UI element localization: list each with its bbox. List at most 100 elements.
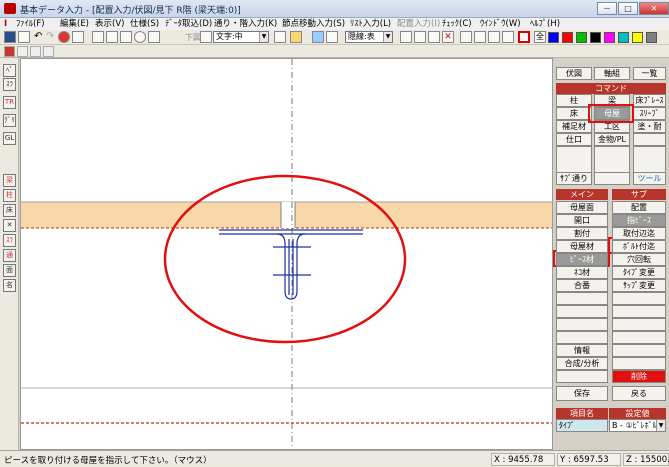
hidden-line-select[interactable]: 隠線:表 ▼ — [345, 31, 393, 43]
menu-view[interactable]: 表示(V) — [95, 18, 124, 30]
tool-button[interactable]: ｽﾗ — [3, 78, 16, 91]
tool-button[interactable]: 通 — [3, 249, 16, 262]
sub-item[interactable]: ﾀｲﾌﾟ変更 — [612, 266, 666, 279]
frame-icon[interactable] — [518, 31, 530, 43]
main-item[interactable]: 情報 — [556, 344, 608, 357]
tool-button[interactable]: ﾍﾟ — [3, 64, 16, 77]
tool-button[interactable]: GL — [3, 132, 16, 145]
color-swatch-blue[interactable] — [548, 32, 559, 43]
tool-button[interactable]: ✕ — [3, 219, 16, 232]
pen-icon[interactable] — [72, 31, 84, 43]
save-icon[interactable] — [4, 31, 16, 43]
tool-button[interactable]: ｸﾞﾘ — [3, 114, 16, 127]
drawing-canvas[interactable] — [20, 58, 553, 450]
main-item[interactable]: 割付 — [556, 227, 608, 240]
sub-item[interactable]: 配置 — [612, 201, 666, 214]
color-swatch-cyan[interactable] — [618, 32, 629, 43]
menu-spec[interactable]: 仕様(S) — [130, 18, 159, 30]
cmd-paint-fireproof[interactable]: 塗・耐 — [633, 120, 666, 133]
cmd-hardware-pl[interactable]: 金物/PL — [594, 133, 630, 146]
sub-item[interactable]: 削除 — [612, 370, 666, 383]
line-icon[interactable] — [400, 31, 412, 43]
settings-icon[interactable] — [326, 31, 338, 43]
tab-list[interactable]: 一覧 — [633, 67, 666, 80]
color-swatch-black[interactable] — [590, 32, 601, 43]
menu-node-move[interactable]: 節点移動入力(S) — [282, 18, 345, 30]
tool-button[interactable]: 梁 — [3, 174, 16, 187]
layout-icon[interactable] — [106, 31, 118, 43]
piece-drawing[interactable] — [219, 229, 363, 300]
delete-icon[interactable]: ✕ — [442, 31, 454, 43]
all-colors-button[interactable]: 全 — [534, 31, 546, 43]
measure-icon[interactable] — [290, 31, 302, 43]
color-swatch-red[interactable] — [562, 32, 573, 43]
cmd-floor-brace[interactable]: 床ﾌﾞﾚｰｽ — [633, 94, 666, 107]
menu-list-input[interactable]: ﾘｽﾄ入力(L) — [350, 18, 391, 30]
main-item[interactable]: 母屋面 — [556, 201, 608, 214]
main-item[interactable]: 開口 — [556, 214, 608, 227]
menu-window[interactable]: ｳｲﾝﾄﾞｳ(W) — [480, 18, 521, 30]
print-icon[interactable] — [18, 31, 30, 43]
add-node-icon[interactable] — [488, 31, 500, 43]
tab-frame[interactable]: 軸組 — [594, 67, 630, 80]
refresh-icon[interactable] — [148, 31, 160, 43]
cmd-sleeve[interactable]: ｽﾘｰﾌﾞ — [633, 107, 666, 120]
point-icon[interactable] — [460, 31, 472, 43]
color-swatch-magenta[interactable] — [604, 32, 615, 43]
tool-button[interactable]: 名 — [3, 279, 16, 292]
drawing-svg[interactable] — [21, 59, 553, 450]
back-button[interactable]: 戻る — [612, 386, 666, 401]
color-swatch-green[interactable] — [576, 32, 587, 43]
sub-item[interactable]: 指ﾋﾟｰｽ — [612, 214, 666, 227]
main-item[interactable]: 合成/分析 — [556, 357, 608, 370]
color-swatch-yellow[interactable] — [632, 32, 643, 43]
move-up-icon[interactable] — [200, 31, 212, 43]
arc-icon[interactable] — [274, 31, 286, 43]
menu-check[interactable]: ﾁｪｯｸ(C) — [442, 18, 472, 30]
sub-item[interactable]: 取付辺迄 — [612, 227, 666, 240]
sub-item[interactable]: 穴回転 — [612, 253, 666, 266]
sub-item[interactable]: ｻｯﾌﾟ変更 — [612, 279, 666, 292]
text-size-select[interactable]: 文字:中 ▼ — [213, 31, 269, 43]
menu-grid-floor[interactable]: 通り・階入力(K) — [214, 18, 277, 30]
tool-button[interactable]: 柱 — [3, 189, 16, 202]
tool-button[interactable]: TR — [3, 96, 16, 109]
minimize-button[interactable]: － — [597, 2, 617, 15]
stop-icon[interactable] — [58, 31, 70, 43]
color-swatch-gray[interactable] — [646, 32, 657, 43]
cmd-joint[interactable]: 仕口 — [556, 133, 592, 146]
tool-button[interactable]: ｽﾗ — [3, 234, 16, 247]
menu-import[interactable]: ﾃﾞｰﾀ取込(D) — [165, 18, 212, 30]
menu-file[interactable]: ﾌｧｲﾙ(F) — [16, 18, 45, 30]
window-icon[interactable] — [120, 31, 132, 43]
dimension-icon[interactable] — [414, 31, 426, 43]
zoom-icon[interactable] — [134, 31, 146, 43]
mdi-icon[interactable]: I — [4, 18, 7, 30]
remove-node-icon[interactable] — [502, 31, 514, 43]
cmd-sub-grid[interactable]: ｻﾌﾞ通り — [556, 172, 592, 185]
undo-icon[interactable]: ↶ — [34, 31, 46, 43]
main-item[interactable]: 合番 — [556, 279, 608, 292]
cmd-floor[interactable]: 床 — [556, 107, 592, 120]
menu-help[interactable]: ﾍﾙﾌﾟ(H) — [530, 18, 560, 30]
tool-button[interactable]: 面 — [3, 264, 16, 277]
screen-icon[interactable] — [4, 46, 15, 57]
main-item[interactable]: ﾋﾟｰｽ材 — [556, 253, 608, 266]
tool-button[interactable]: 床 — [3, 204, 16, 217]
main-item[interactable]: ﾈｺ材 — [556, 266, 608, 279]
cmd-supplement[interactable]: 補足材 — [556, 120, 592, 133]
maximize-button[interactable]: □ — [618, 2, 638, 15]
sub-item[interactable]: ﾎﾞﾙﾄ付迄 — [612, 240, 666, 253]
cmd-tools[interactable]: ツール — [633, 172, 666, 185]
grid-icon[interactable] — [92, 31, 104, 43]
save-button[interactable]: 保存 — [556, 386, 608, 401]
menu-edit[interactable]: 編集(E) — [60, 18, 89, 30]
tab-plan[interactable]: 伏図 — [556, 67, 592, 80]
vertical-icon[interactable] — [428, 31, 440, 43]
cmd-column[interactable]: 柱 — [556, 94, 592, 107]
node-icon[interactable] — [474, 31, 486, 43]
close-button[interactable]: ✕ — [639, 2, 669, 15]
main-item[interactable]: 母屋材 — [556, 240, 608, 253]
prop-value-select[interactable]: B - ①ﾋﾟﾚﾎﾞﾙﾄ2 ▼ — [609, 419, 666, 432]
display-icon[interactable] — [312, 31, 324, 43]
